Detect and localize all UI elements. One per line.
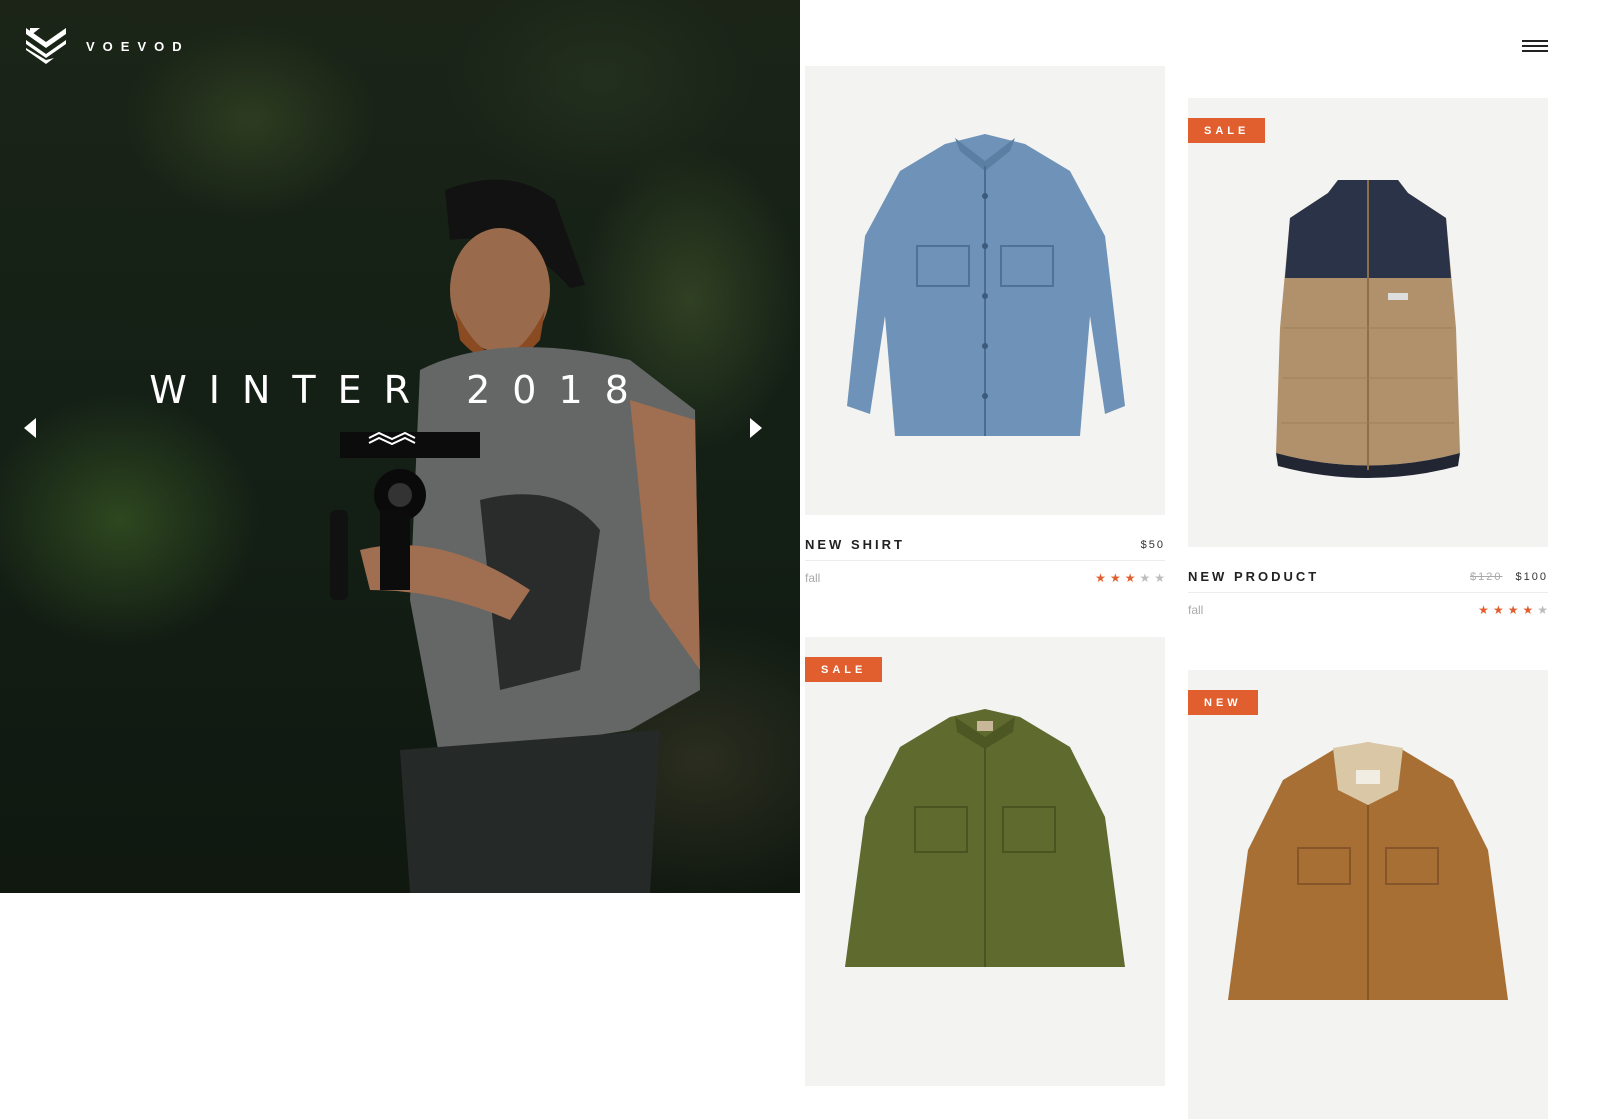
star-icon: ★ (1478, 603, 1489, 617)
rating-stars: ★ ★ ★ ★ ★ (1474, 601, 1548, 619)
product-image[interactable] (805, 66, 1165, 515)
star-icon: ★ (1154, 571, 1165, 585)
new-badge: NEW (1188, 690, 1258, 715)
triangle-right-icon[interactable] (748, 417, 764, 439)
product-card[interactable]: NEW SHIRT $50 fall ★ ★ ★ ★ ★ (805, 66, 1165, 587)
product-image[interactable]: SALE (805, 637, 1165, 1086)
product-price-current: $100 (1515, 570, 1548, 583)
hamburger-menu-icon[interactable] (1522, 40, 1548, 56)
brown-jacket-image (1228, 742, 1508, 1000)
product-name[interactable]: NEW SHIRT (805, 537, 905, 552)
product-price: $120 $100 (1470, 571, 1548, 583)
green-jacket-image (845, 709, 1125, 967)
product-name[interactable]: NEW PRODUCT (1188, 569, 1319, 584)
product-price-current: $50 (1140, 538, 1165, 551)
product-card[interactable]: SALE (805, 637, 1165, 1086)
product-category[interactable]: fall (1188, 603, 1203, 617)
sale-badge: SALE (1188, 118, 1266, 143)
star-icon: ★ (1537, 603, 1548, 617)
star-icon: ★ (1507, 603, 1519, 617)
brand-name: VOEVOD (86, 38, 190, 54)
triangle-left-icon[interactable] (22, 417, 38, 439)
star-icon: ★ (1139, 571, 1151, 585)
double-chevron-wave-icon (368, 431, 416, 446)
product-image[interactable]: SALE (1188, 98, 1548, 547)
star-icon: ★ (1109, 571, 1121, 585)
product-card[interactable]: NEW (1188, 670, 1548, 1119)
product-image[interactable]: NEW (1188, 670, 1548, 1119)
star-icon: ★ (1095, 571, 1106, 585)
denim-shirt-image (847, 134, 1125, 436)
product-category[interactable]: fall (805, 571, 820, 585)
star-icon: ★ (1522, 603, 1534, 617)
sale-badge: SALE (805, 657, 883, 682)
voevod-logo-icon (26, 28, 66, 64)
star-icon: ★ (1492, 603, 1504, 617)
product-card[interactable]: SALE NEW PRODUCT $120 $100 fall ★ ★ ★ ★ ★ (1188, 98, 1548, 619)
product-price-old: $120 (1469, 570, 1503, 583)
hero-title: WINTER 2018 (149, 368, 651, 412)
hero-image (330, 179, 700, 893)
brand-logo[interactable]: VOEVOD (24, 24, 190, 68)
product-price: $50 (1141, 539, 1165, 551)
puffer-vest-image (1276, 180, 1460, 478)
rating-stars: ★ ★ ★ ★ ★ (1091, 569, 1165, 587)
hero-slider: VOEVOD WINTER 2018 (0, 0, 800, 893)
star-icon: ★ (1124, 571, 1136, 585)
